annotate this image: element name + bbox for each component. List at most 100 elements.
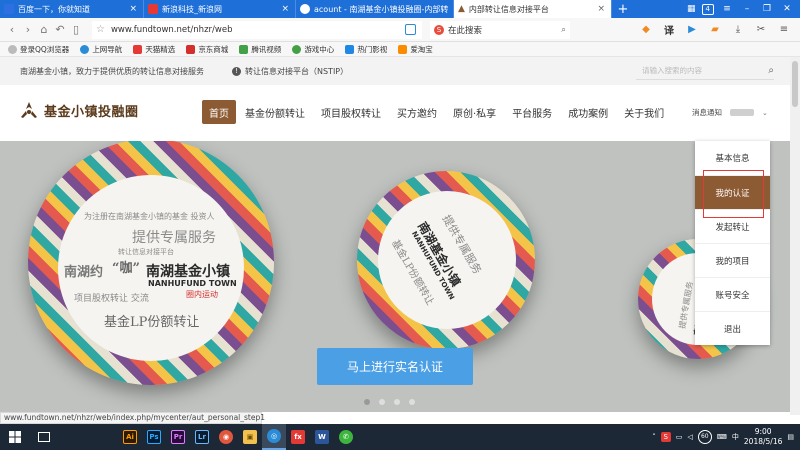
chevron-down-icon[interactable]: ⌄ bbox=[762, 109, 768, 117]
nav-equity-transfer[interactable]: 项目股权转让 bbox=[314, 100, 388, 124]
tab-sina[interactable]: 新浪科技_新浪网 × bbox=[144, 0, 296, 18]
tab-title: 内部转让信息对接平台 bbox=[468, 4, 549, 14]
header-user-area: 消息通知 ⌄ bbox=[692, 107, 768, 118]
shirt-icon[interactable]: ▦ bbox=[687, 4, 696, 14]
undo-icon[interactable]: ↶ bbox=[52, 23, 68, 36]
nav-about-us[interactable]: 关于我们 bbox=[617, 100, 671, 124]
menu-logout[interactable]: 退出 bbox=[695, 312, 770, 346]
play-icon[interactable]: ▶ bbox=[686, 24, 698, 36]
bookmark-jd[interactable]: 京东商城 bbox=[186, 44, 228, 55]
close-icon[interactable]: × bbox=[277, 4, 289, 14]
taskbar-app-lightroom[interactable]: Lr bbox=[190, 424, 214, 450]
taskbar-app-premiere[interactable]: Pr bbox=[166, 424, 190, 450]
slide-dot-1[interactable] bbox=[364, 399, 370, 405]
home-icon[interactable]: ⌂ bbox=[36, 23, 52, 36]
star-icon[interactable]: ☆ bbox=[96, 24, 105, 35]
messages-link[interactable]: 消息通知 bbox=[692, 107, 722, 118]
banner-brand-title: 南湖基金小镇 bbox=[146, 264, 230, 280]
platform-text: 转让信息对接平台（NSTIP） bbox=[245, 66, 349, 76]
slide-dot-3[interactable] bbox=[394, 399, 400, 405]
start-button[interactable] bbox=[0, 424, 30, 450]
search-engine-icon[interactable]: S bbox=[434, 24, 444, 35]
page-scrollbar[interactable] bbox=[790, 57, 800, 415]
nav-original[interactable]: 原创·私享 bbox=[446, 100, 503, 124]
close-window-button[interactable]: ✕ bbox=[780, 4, 794, 14]
bookmark-games[interactable]: 游戏中心 bbox=[292, 44, 334, 55]
download-icon[interactable]: ⤓ bbox=[732, 24, 744, 36]
slide-dot-4[interactable] bbox=[409, 399, 415, 405]
bookmark-tencent-video[interactable]: 腾讯视频 bbox=[239, 44, 281, 55]
tab-baidu[interactable]: 百度一下，你就知道 × bbox=[0, 0, 144, 18]
bookmark-qq-login[interactable]: 登录QQ浏览器 bbox=[8, 44, 69, 55]
menu-account-security[interactable]: 账号安全 bbox=[695, 278, 770, 312]
menu-icon[interactable]: ≡ bbox=[720, 4, 734, 14]
tab-transfer-platform[interactable]: ▲ 内部转让信息对接平台 × bbox=[454, 0, 612, 18]
reader-icon[interactable]: ▯ bbox=[68, 23, 84, 36]
bookmark-label: 腾讯视频 bbox=[251, 44, 282, 54]
security-shield-icon[interactable] bbox=[405, 24, 416, 35]
network-icon[interactable]: ▭ bbox=[676, 433, 683, 441]
bookmark-nav[interactable]: 上网导航 bbox=[80, 44, 122, 55]
action-center-icon[interactable]: ▤ bbox=[787, 433, 794, 441]
back-button[interactable]: ‹ bbox=[4, 23, 20, 36]
volume-icon[interactable]: ◁ bbox=[687, 433, 692, 441]
taskbar-app-qq-browser[interactable]: ◎ bbox=[262, 424, 286, 450]
bookmark-label: 爱淘宝 bbox=[410, 44, 433, 54]
bookmark-movies[interactable]: 热门影视 bbox=[345, 44, 387, 55]
minimize-button[interactable]: – bbox=[740, 4, 754, 14]
clock[interactable]: 9:00 2018/5/16 bbox=[744, 427, 782, 447]
nav-buyer-invitation[interactable]: 买方邀约 bbox=[390, 100, 444, 124]
scrollbar-thumb[interactable] bbox=[792, 61, 798, 107]
nav-success-cases[interactable]: 成功案例 bbox=[561, 100, 615, 124]
jd-icon bbox=[186, 44, 196, 54]
close-icon[interactable]: × bbox=[593, 4, 605, 14]
keyboard-icon[interactable]: ⌨ bbox=[717, 433, 727, 441]
search-icon[interactable]: ⌕ bbox=[561, 25, 566, 35]
nav-fund-share-transfer[interactable]: 基金份额转让 bbox=[238, 100, 312, 124]
slide-dot-2[interactable] bbox=[379, 399, 385, 405]
tab-acount[interactable]: acount - 南湖基金小镇投融圈-内部转 × bbox=[296, 0, 454, 18]
game-icon[interactable]: ◆ bbox=[640, 24, 652, 36]
search-icon[interactable]: ⌕ bbox=[768, 65, 774, 76]
notification-count-badge[interactable]: 60 bbox=[697, 430, 712, 444]
taskbar-app-explorer[interactable]: ▣ bbox=[238, 424, 262, 450]
new-tab-button[interactable]: + bbox=[612, 0, 634, 18]
taskbar-app-wechat[interactable]: ✆ bbox=[334, 424, 358, 450]
ime-label[interactable]: 中 bbox=[732, 432, 739, 442]
baidu-icon bbox=[4, 4, 14, 14]
taskbar-app-illustrator[interactable]: Ai bbox=[118, 424, 142, 450]
browser-search-field[interactable]: S 在此搜索 ⌕ bbox=[430, 20, 570, 39]
taskbar-app-word[interactable]: W bbox=[310, 424, 334, 450]
chevron-up-icon[interactable]: ˄ bbox=[652, 433, 656, 441]
main-nav: 首页 基金份额转让 项目股权转让 买方邀约 原创·私享 平台服务 成功案例 关于… bbox=[202, 100, 673, 124]
url-field[interactable]: ☆ www.fundtown.net/nhzr/web bbox=[92, 20, 422, 39]
taskbar-app-fx[interactable]: fx bbox=[286, 424, 310, 450]
menu-icon[interactable]: ≡ bbox=[778, 24, 790, 36]
taskbar-app-photoshop[interactable]: Ps bbox=[142, 424, 166, 450]
nav-home[interactable]: 首页 bbox=[202, 100, 236, 124]
sogou-icon[interactable]: S bbox=[660, 432, 671, 442]
task-view-button[interactable] bbox=[30, 424, 58, 450]
bookmark-label: 游戏中心 bbox=[304, 44, 335, 54]
translate-icon[interactable]: 译 bbox=[663, 24, 675, 37]
banner-brand-en: NANHUFUND TOWN bbox=[148, 279, 237, 288]
username-blurred[interactable] bbox=[730, 109, 754, 116]
gamepad-icon bbox=[292, 44, 302, 54]
menu-my-projects[interactable]: 我的项目 bbox=[695, 244, 770, 278]
bookmark-aitaobao[interactable]: 爱淘宝 bbox=[398, 44, 433, 55]
tab-count-badge[interactable]: 4 bbox=[701, 3, 714, 15]
play-icon bbox=[345, 44, 355, 54]
scissors-icon[interactable]: ✂ bbox=[755, 24, 767, 36]
site-search-input[interactable]: 请输入搜索的内容 ⌕ bbox=[636, 62, 774, 80]
bookmark-tmall[interactable]: 天猫精选 bbox=[133, 44, 175, 55]
video-icon[interactable]: ▰ bbox=[709, 24, 721, 36]
banner-line-ka: “咖” bbox=[112, 261, 140, 276]
site-logo[interactable]: 基金小镇投融圈 bbox=[18, 99, 139, 121]
taskbar-app-camera[interactable]: ◉ bbox=[214, 424, 238, 450]
verify-identity-button[interactable]: 马上进行实名认证 bbox=[317, 348, 473, 385]
nav-platform-service[interactable]: 平台服务 bbox=[505, 100, 559, 124]
close-icon[interactable]: × bbox=[125, 4, 137, 14]
forward-button[interactable]: › bbox=[20, 23, 36, 36]
windows-logo-icon bbox=[9, 431, 21, 443]
restore-button[interactable]: ❐ bbox=[760, 4, 774, 14]
